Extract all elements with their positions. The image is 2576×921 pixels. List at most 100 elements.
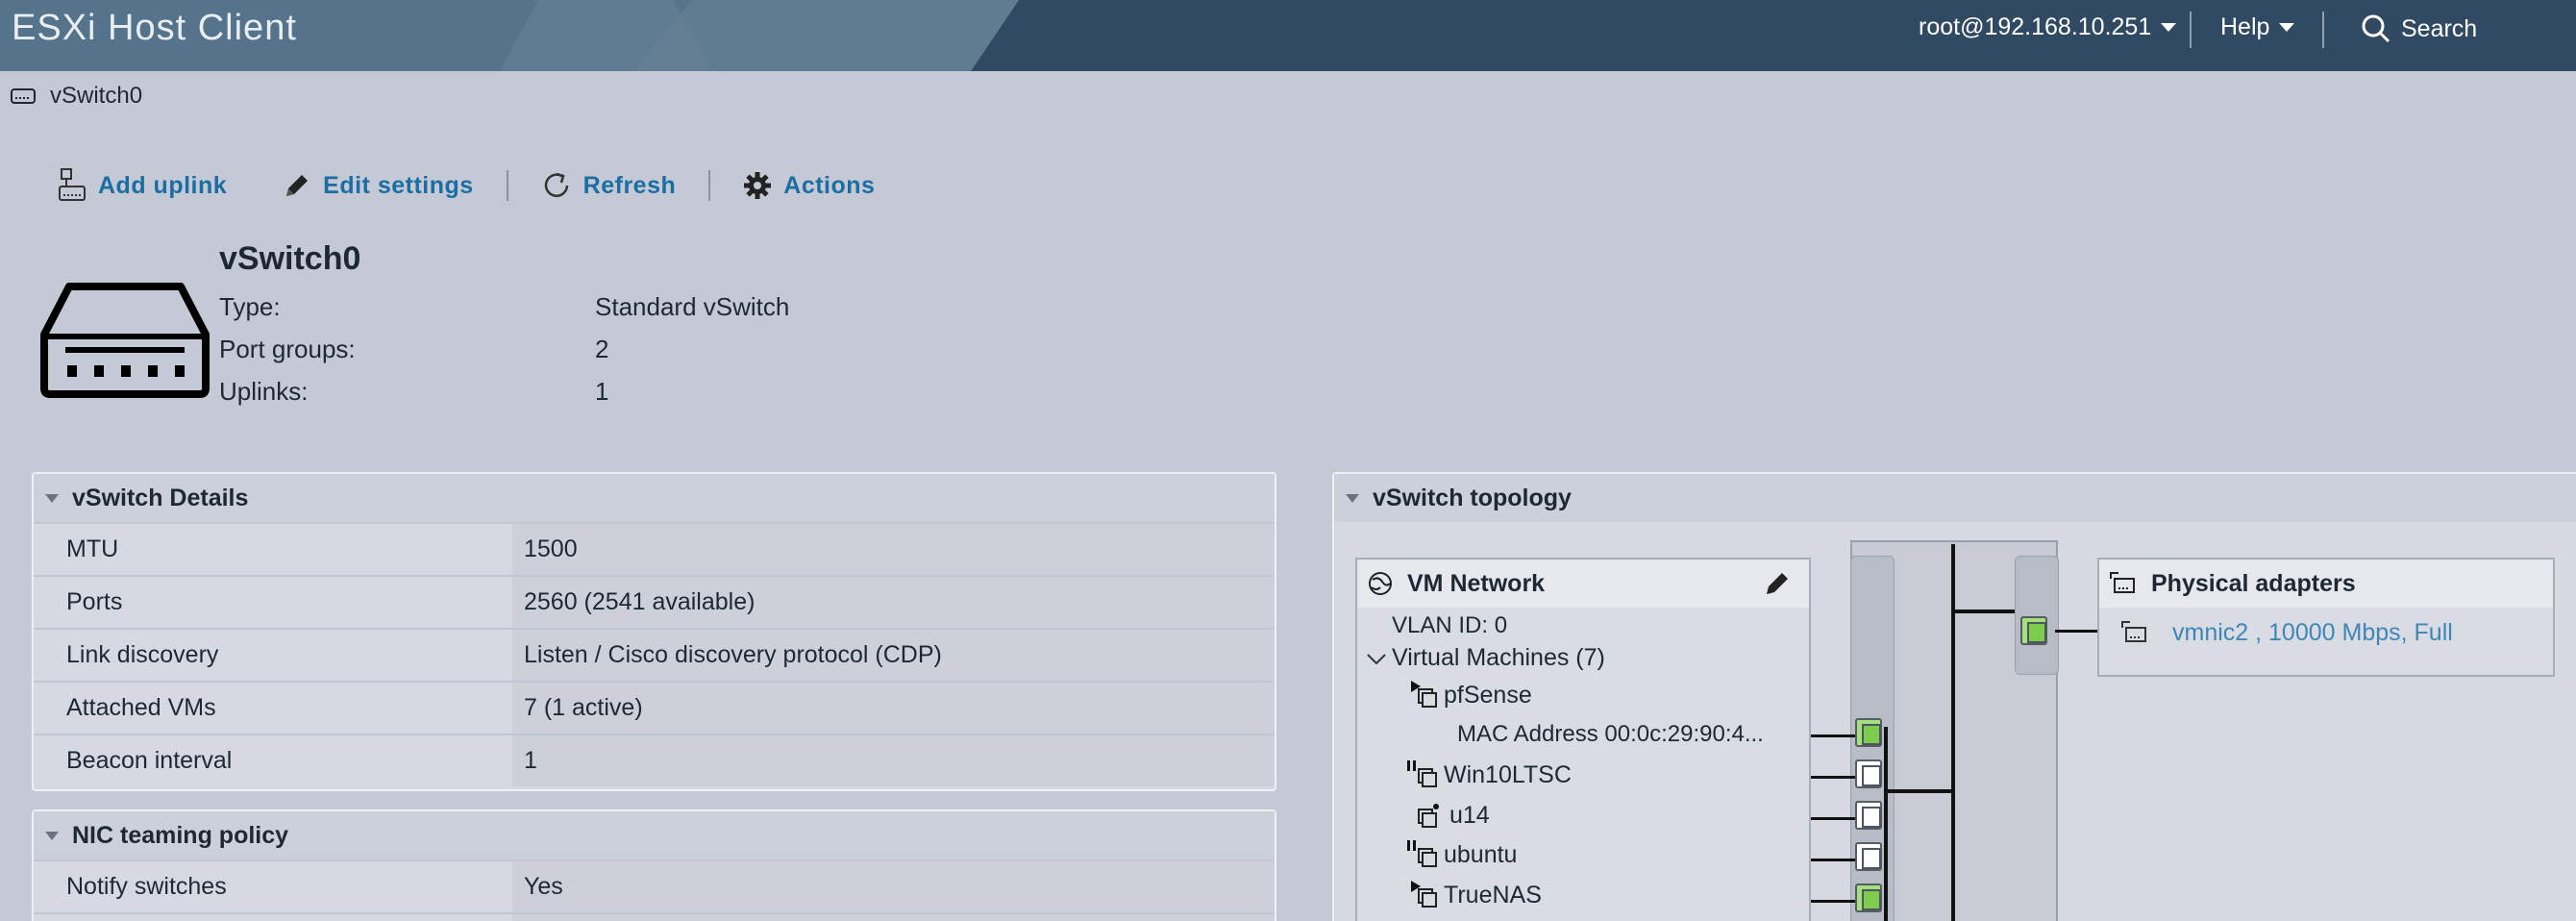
switch-bus-line bbox=[1951, 544, 1955, 921]
vm-port-ubuntu[interactable] bbox=[1855, 842, 1882, 871]
vm-item-ubuntu[interactable]: ubuntu bbox=[1407, 840, 1517, 869]
virtual-machines-toggle[interactable]: Virtual Machines (7) bbox=[1365, 644, 1605, 672]
table-row: Link discovery Listen / Cisco discovery … bbox=[34, 628, 1275, 681]
help-menu-label: Help bbox=[2220, 13, 2270, 40]
nic-teaming-header[interactable]: NIC teaming policy bbox=[34, 811, 1275, 859]
portgroup-wire bbox=[1884, 789, 1953, 793]
vswitch-details-panel: vSwitch Details MTU 1500 Ports 2560 (254… bbox=[32, 472, 1276, 791]
vm-suspended-icon bbox=[1407, 760, 1437, 787]
detail-value: 1500 bbox=[512, 524, 1275, 575]
help-menu[interactable]: Help bbox=[2220, 13, 2295, 41]
detail-label: Notify switches bbox=[34, 861, 512, 912]
detail-value: Listen / Cisco discovery protocol (CDP) bbox=[512, 630, 1275, 681]
vm-name: ubuntu bbox=[1444, 840, 1518, 868]
top-bar: ESXi Host Client root@192.168.10.251 Hel… bbox=[0, 0, 2576, 71]
user-menu[interactable]: root@192.168.10.251 bbox=[1919, 13, 2177, 41]
physical-adapter-icon bbox=[2110, 572, 2135, 593]
vm-port-active-pfsense[interactable] bbox=[1855, 718, 1882, 747]
vswitch-details-title: vSwitch Details bbox=[72, 484, 249, 511]
collapse-icon bbox=[1346, 493, 1359, 503]
detail-value: 7 (1 active) bbox=[512, 683, 1275, 734]
breadcrumb-label: vSwitch0 bbox=[50, 83, 143, 109]
vswitch-topology-title: vSwitch topology bbox=[1373, 484, 1572, 511]
search-button[interactable]: Search bbox=[2361, 13, 2477, 44]
refresh-icon bbox=[544, 172, 568, 197]
refresh-label: Refresh bbox=[582, 171, 677, 199]
port-group-header: VM Network bbox=[1357, 560, 1809, 608]
uplink-wire bbox=[1953, 610, 2015, 613]
summary-title: vSwitch0 bbox=[219, 240, 361, 277]
add-uplink-button[interactable]: Add uplink bbox=[58, 167, 227, 204]
pencil-icon[interactable] bbox=[1763, 569, 1792, 598]
vm-wire bbox=[1811, 859, 1857, 861]
summary-type-label: Type: bbox=[219, 292, 281, 321]
header-divider bbox=[2322, 12, 2324, 48]
search-label: Search bbox=[2401, 14, 2478, 42]
network-icon bbox=[1369, 572, 1392, 595]
portgroup-bus-line bbox=[1884, 727, 1888, 921]
physical-adapters-card: Physical adapters vmnic2 , 10000 Mbps, F… bbox=[2097, 558, 2555, 677]
port-group-name[interactable]: VM Network bbox=[1407, 570, 1545, 598]
edit-settings-button[interactable]: Edit settings bbox=[283, 171, 474, 200]
nic-teaming-title: NIC teaming policy bbox=[72, 821, 289, 849]
table-row: Beacon interval 1 bbox=[34, 734, 1275, 786]
detail-value: Yes bbox=[512, 861, 1275, 912]
summary-port-groups-label: Port groups: bbox=[219, 335, 356, 363]
vm-wire bbox=[1811, 900, 1857, 903]
vlan-id: VLAN ID: 0 bbox=[1392, 612, 1508, 638]
detail-value: 2560 (2541 available) bbox=[512, 577, 1275, 628]
vm-name: pfSense bbox=[1444, 681, 1532, 709]
summary-uplinks-label: Uplinks: bbox=[219, 377, 309, 406]
detail-value: 1 bbox=[512, 735, 1275, 786]
vswitch-topology-header[interactable]: vSwitch topology bbox=[1334, 474, 2576, 522]
user-menu-label: root@192.168.10.251 bbox=[1919, 13, 2152, 40]
physical-adapter-label: vmnic2 , 10000 Mbps, Full bbox=[2172, 618, 2453, 646]
vm-port-u14[interactable] bbox=[1855, 801, 1882, 830]
header-divider bbox=[2190, 12, 2192, 48]
vm-running-icon bbox=[1411, 681, 1437, 708]
adapter-wire bbox=[2055, 630, 2099, 633]
summary-uplinks-value: 1 bbox=[595, 377, 609, 406]
vm-suspended-icon bbox=[1407, 840, 1437, 867]
vm-port-active-truenas[interactable] bbox=[1855, 884, 1882, 912]
refresh-button[interactable]: Refresh bbox=[541, 170, 677, 201]
search-icon bbox=[2362, 14, 2390, 43]
chevron-down-icon bbox=[2161, 23, 2177, 32]
table-row: Notify switches Yes bbox=[34, 859, 1275, 912]
pencil-icon bbox=[286, 175, 309, 196]
vm-item-truenas[interactable]: TrueNAS bbox=[1411, 881, 1542, 909]
physical-adapters-title: Physical adapters bbox=[2151, 569, 2356, 597]
vm-item-win10ltsc[interactable]: Win10LTSC bbox=[1407, 760, 1572, 789]
nic-icon bbox=[2121, 621, 2146, 642]
vswitch-icon bbox=[40, 283, 210, 398]
table-row: MTU 1500 bbox=[34, 522, 1275, 575]
collapse-icon bbox=[45, 493, 59, 503]
vswitch-details-header[interactable]: vSwitch Details bbox=[34, 474, 1275, 522]
vm-wire bbox=[1811, 817, 1857, 820]
add-uplink-label: Add uplink bbox=[98, 171, 228, 199]
table-row bbox=[34, 912, 1275, 921]
vm-item-pfsense[interactable]: pfSense bbox=[1411, 681, 1532, 709]
vm-wire bbox=[1811, 776, 1857, 779]
edit-settings-label: Edit settings bbox=[323, 171, 474, 199]
chevron-down-icon bbox=[2279, 23, 2295, 32]
vm-port-win10ltsc[interactable] bbox=[1855, 759, 1882, 788]
switch-icon bbox=[11, 88, 36, 104]
actions-button[interactable]: Actions bbox=[743, 171, 875, 200]
uplink-port-active[interactable] bbox=[2020, 616, 2047, 645]
toolbar: Add uplink Edit settings Refresh Actions bbox=[58, 165, 875, 206]
detail-label: MTU bbox=[34, 524, 512, 575]
actions-label: Actions bbox=[783, 171, 876, 199]
nic-teaming-panel: NIC teaming policy Notify switches Yes bbox=[32, 809, 1276, 921]
detail-label: Link discovery bbox=[34, 630, 512, 681]
vm-name: TrueNAS bbox=[1444, 881, 1542, 909]
detail-label: Ports bbox=[34, 577, 512, 628]
virtual-machines-label: Virtual Machines (7) bbox=[1392, 644, 1605, 671]
physical-adapter-item[interactable]: vmnic2 , 10000 Mbps, Full bbox=[2099, 608, 2553, 658]
summary-port-groups-value: 2 bbox=[595, 335, 609, 363]
vm-item-u14[interactable]: u14 bbox=[1417, 801, 1490, 830]
vm-running-icon bbox=[1411, 881, 1437, 908]
add-uplink-icon bbox=[59, 168, 86, 201]
gear-icon bbox=[744, 172, 772, 199]
vm-mac-address: MAC Address 00:0c:29:90:4... bbox=[1457, 721, 1764, 747]
